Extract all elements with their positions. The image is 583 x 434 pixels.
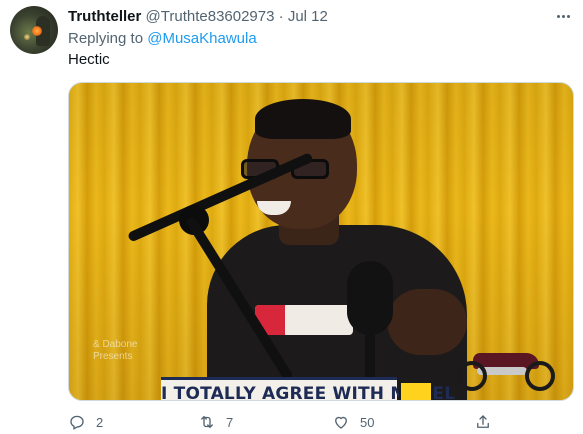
microphone	[347, 261, 393, 335]
share-icon	[474, 413, 492, 431]
retweet-icon	[198, 413, 216, 431]
replying-to: Replying to @MusaKhawula	[68, 29, 257, 49]
video-banner: I TOTALLY AGREE WITH MYSEL	[161, 377, 456, 401]
reply-button[interactable]: 2	[68, 412, 103, 432]
share-button[interactable]	[474, 412, 492, 432]
like-button[interactable]: 50	[332, 412, 374, 432]
dot-separator: ·	[278, 8, 284, 25]
user-handle[interactable]: @Truthte83602973	[146, 8, 275, 25]
dot	[561, 14, 565, 18]
banner-logo	[399, 381, 433, 400]
person-hair	[255, 99, 351, 139]
watermark-line: Presents	[93, 351, 133, 362]
like-count: 50	[360, 414, 375, 430]
avatar[interactable]	[10, 6, 58, 54]
tweet-date[interactable]: Jul 12	[288, 8, 328, 25]
dot	[556, 14, 560, 18]
motorcycle-wheel	[525, 361, 555, 391]
tweet-actions: 2 7 50	[68, 410, 574, 434]
shirt-logo	[255, 305, 353, 335]
motorcycle-wheel	[457, 361, 487, 391]
display-name[interactable]: Truthteller	[68, 8, 141, 25]
heart-icon	[332, 413, 350, 431]
tweet-header: Truthteller @Truthte83602973 · Jul 12	[68, 7, 328, 27]
motorcycle-model	[457, 345, 557, 395]
reply-count: 2	[96, 414, 104, 430]
replying-prefix: Replying to	[68, 30, 144, 47]
more-dots-icon[interactable]	[552, 5, 574, 27]
watermark-line: & Dabone	[93, 339, 138, 350]
avatar-spark	[32, 26, 42, 36]
avatar-spark-small	[24, 34, 30, 40]
video-thumbnail[interactable]: & Dabone Presents I TOTALLY AGREE WITH M…	[68, 82, 574, 401]
retweet-button[interactable]: 7	[198, 412, 233, 432]
person-hand	[387, 289, 467, 355]
tweet-text: Hectic	[68, 51, 110, 68]
retweet-count: 7	[226, 414, 234, 430]
reply-icon	[68, 413, 86, 431]
replying-to-link[interactable]: @MusaKhawula	[147, 30, 256, 47]
dot	[566, 14, 570, 18]
video-watermark: & Dabone Presents	[93, 339, 137, 363]
banner-text: I TOTALLY AGREE WITH MYSEL	[161, 384, 456, 401]
